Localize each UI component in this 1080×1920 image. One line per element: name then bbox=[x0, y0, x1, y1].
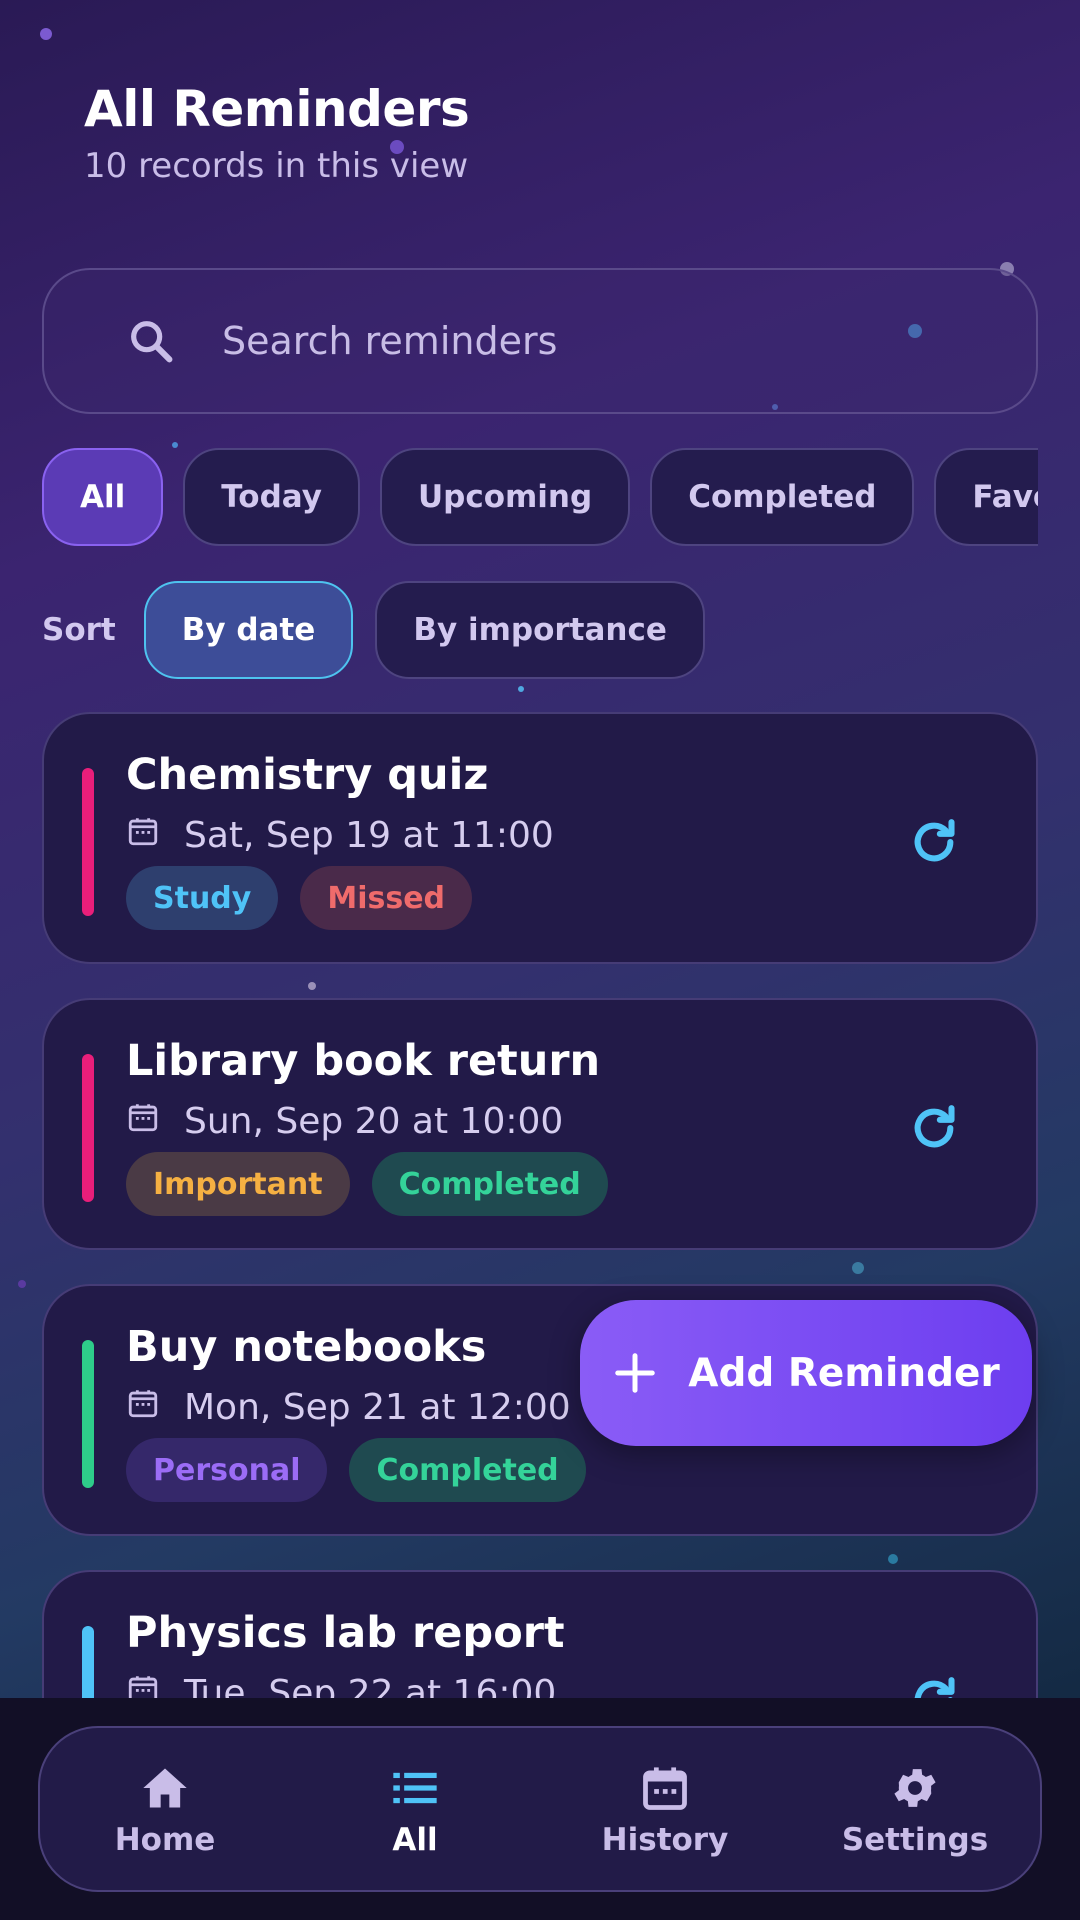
reminder-date-row: Tue, Sep 22 at 16:00 bbox=[126, 1672, 556, 1698]
nav-item-settings[interactable]: Settings bbox=[790, 1728, 1040, 1890]
reminder-date: Tue, Sep 22 at 16:00 bbox=[184, 1673, 557, 1698]
reminder-card[interactable]: Library book return Sun, Sep 20 at 10:00… bbox=[42, 998, 1038, 1250]
tag-completed: Completed bbox=[371, 1152, 608, 1216]
tag-row: Important Completed bbox=[126, 1152, 630, 1216]
tag-personal: Personal bbox=[126, 1438, 328, 1502]
search-bar[interactable] bbox=[42, 268, 1038, 414]
nav-label-settings: Settings bbox=[841, 1822, 989, 1858]
record-count: 10 records in this view bbox=[84, 146, 469, 186]
reminder-card[interactable]: Chemistry quiz Sat, Sep 19 at 11:00 Stud… bbox=[42, 712, 1038, 964]
list-icon bbox=[387, 1760, 443, 1816]
priority-bar bbox=[82, 1054, 94, 1202]
priority-bar bbox=[82, 1626, 94, 1698]
tag-important: Important bbox=[126, 1152, 350, 1216]
sort-by-importance-button[interactable]: By importance bbox=[375, 581, 705, 679]
add-reminder-button[interactable]: Add Reminder bbox=[580, 1300, 1032, 1446]
repeat-icon[interactable] bbox=[906, 1100, 962, 1156]
filter-chips: AllTodayUpcomingCompletedFavorites bbox=[42, 448, 1038, 548]
search-icon bbox=[120, 310, 182, 372]
repeat-icon[interactable] bbox=[906, 1672, 962, 1698]
decorative-dot bbox=[518, 686, 524, 692]
reminder-date-row: Mon, Sep 21 at 12:00 bbox=[126, 1386, 571, 1429]
reminder-title: Library book return bbox=[126, 1036, 601, 1086]
add-reminder-label: Add Reminder bbox=[688, 1350, 1000, 1396]
filter-chip-all[interactable]: All bbox=[42, 448, 164, 546]
reminder-date: Sun, Sep 20 at 10:00 bbox=[184, 1101, 564, 1142]
reminder-date-row: Sat, Sep 19 at 11:00 bbox=[126, 814, 554, 857]
filter-chip-upcoming[interactable]: Upcoming bbox=[379, 448, 631, 546]
filter-chip-completed[interactable]: Completed bbox=[650, 448, 915, 546]
nav-label-home: Home bbox=[114, 1822, 216, 1858]
home-icon bbox=[137, 1760, 193, 1816]
page-header: All Reminders 10 records in this view bbox=[84, 80, 470, 186]
priority-bar bbox=[82, 768, 94, 916]
calendar-icon bbox=[126, 1672, 160, 1698]
reminder-date: Sat, Sep 19 at 11:00 bbox=[184, 815, 554, 856]
nav-label-all: All bbox=[392, 1822, 438, 1858]
calendar-icon bbox=[126, 814, 160, 857]
reminder-title: Chemistry quiz bbox=[126, 750, 489, 800]
reminder-card[interactable]: Physics lab report Tue, Sep 22 at 16:00 bbox=[42, 1570, 1038, 1698]
tag-study: Study bbox=[126, 866, 279, 930]
reminder-list: Chemistry quiz Sat, Sep 19 at 11:00 Stud… bbox=[0, 700, 1080, 1698]
page-title: All Reminders bbox=[84, 80, 470, 138]
calendar-icon bbox=[126, 1100, 160, 1143]
tag-row: Personal Completed bbox=[126, 1438, 608, 1502]
repeat-icon[interactable] bbox=[906, 814, 962, 870]
decorative-dot bbox=[40, 28, 52, 40]
sort-row: Sort By date By importance bbox=[42, 580, 727, 680]
reminder-date-row: Sun, Sep 20 at 10:00 bbox=[126, 1100, 563, 1143]
filter-chip-favorites[interactable]: Favorites bbox=[934, 448, 1038, 546]
bottom-nav: Home All History Settings bbox=[38, 1726, 1042, 1892]
sort-by-date-button[interactable]: By date bbox=[143, 581, 354, 679]
nav-item-home[interactable]: Home bbox=[40, 1728, 290, 1890]
tag-completed: Completed bbox=[349, 1438, 586, 1502]
tag-missed: Missed bbox=[300, 866, 473, 930]
nav-item-history[interactable]: History bbox=[540, 1728, 790, 1890]
calendar-icon bbox=[637, 1760, 693, 1816]
sort-label: Sort bbox=[42, 612, 116, 648]
plus-icon bbox=[612, 1350, 658, 1396]
priority-bar bbox=[82, 1340, 94, 1488]
reminder-title: Physics lab report bbox=[126, 1608, 565, 1658]
tag-row: Study Missed bbox=[126, 866, 494, 930]
reminder-title: Buy notebooks bbox=[126, 1322, 487, 1372]
nav-label-history: History bbox=[601, 1822, 729, 1858]
search-input[interactable] bbox=[222, 319, 862, 363]
filter-chip-today[interactable]: Today bbox=[183, 448, 360, 546]
calendar-icon bbox=[126, 1386, 160, 1429]
gear-icon bbox=[887, 1760, 943, 1816]
nav-item-all[interactable]: All bbox=[290, 1728, 540, 1890]
reminder-date: Mon, Sep 21 at 12:00 bbox=[184, 1387, 571, 1428]
